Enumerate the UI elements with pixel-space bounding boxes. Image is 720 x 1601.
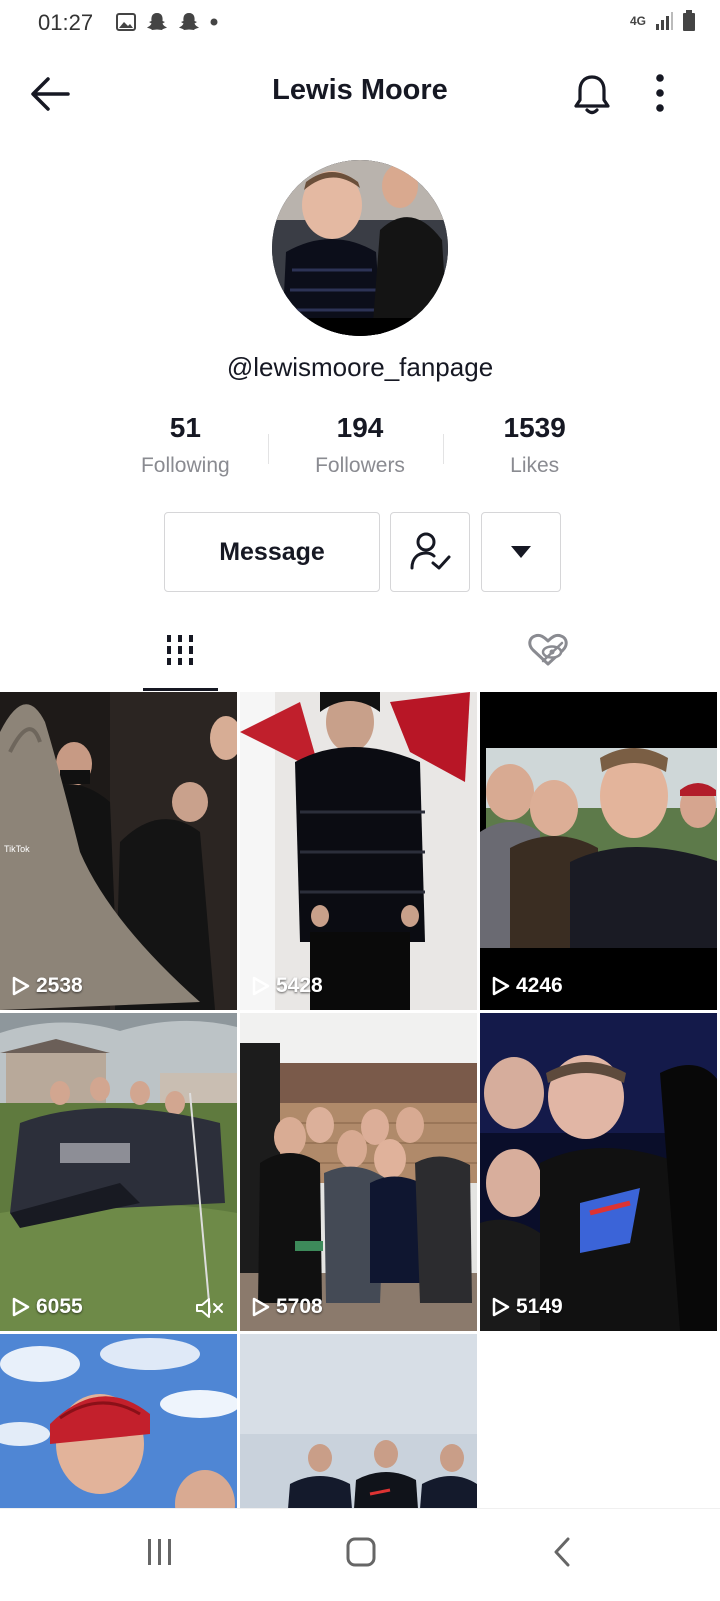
video-thumbnail[interactable]: TikTok 2538 <box>0 692 237 1010</box>
hidden-heart-icon <box>528 633 568 666</box>
play-icon <box>492 1297 510 1317</box>
play-icon <box>12 976 30 996</box>
home-icon[interactable] <box>346 1537 376 1567</box>
video-thumbnail-image <box>0 1334 237 1508</box>
status-time: 01:27 <box>38 10 94 35</box>
avatar[interactable] <box>272 160 448 336</box>
following-status-button[interactable] <box>390 512 470 592</box>
video-thumbnail-image <box>480 1013 717 1331</box>
stat-likes-label: Likes <box>510 454 560 477</box>
profile-stats: 51 Following 194 Followers 1539 Likes <box>98 412 622 492</box>
stat-followers-label: Followers <box>315 454 405 477</box>
muted-icon <box>196 1298 223 1318</box>
view-count: 5708 <box>252 1295 323 1319</box>
stat-following[interactable]: 51 Following <box>98 412 273 492</box>
video-thumbnail-image <box>0 1013 237 1331</box>
view-count: 5428 <box>252 974 323 998</box>
video-thumbnail[interactable]: 5428 <box>240 692 477 1010</box>
play-icon <box>252 1297 270 1317</box>
video-thumbnail[interactable]: 5149 <box>480 1013 717 1331</box>
profile-header: Lewis Moore <box>0 56 720 128</box>
system-navigation-bar <box>0 1508 720 1601</box>
system-back-icon[interactable] <box>552 1537 572 1567</box>
stat-followers-value: 194 <box>336 412 384 443</box>
dot-icon <box>210 18 218 26</box>
stat-divider <box>443 434 444 464</box>
notification-icons <box>116 12 218 32</box>
page-title: Lewis Moore <box>272 74 448 106</box>
stat-likes[interactable]: 1539 Likes <box>447 412 622 492</box>
video-thumbnail[interactable] <box>0 1334 237 1508</box>
signal-icon <box>656 12 673 30</box>
stat-divider <box>268 434 269 464</box>
tab-videos[interactable] <box>140 608 220 692</box>
video-thumbnail-image <box>240 1334 477 1508</box>
view-count-text: 5149 <box>516 1295 563 1318</box>
more-options-icon[interactable] <box>650 72 670 116</box>
gallery-icon <box>116 13 136 31</box>
system-icons: 4G <box>630 10 696 32</box>
message-button[interactable]: Message <box>164 512 380 592</box>
battery-icon <box>683 10 695 31</box>
view-count: 5149 <box>492 1295 563 1319</box>
snapchat-icon <box>147 13 167 30</box>
bell-icon[interactable] <box>572 72 612 116</box>
suggested-accounts-button[interactable] <box>481 512 561 592</box>
profile-handle: @lewismoore_fanpage <box>226 352 494 382</box>
video-thumbnail-image <box>480 692 717 1010</box>
video-thumbnail-image <box>240 692 477 1010</box>
view-count: 2538 <box>12 974 83 998</box>
view-count-text: 5708 <box>276 1295 323 1318</box>
user-check-icon <box>410 532 451 570</box>
profile-tabs <box>0 608 720 692</box>
recent-apps-icon[interactable] <box>146 1537 174 1567</box>
tab-liked-videos[interactable] <box>518 608 578 692</box>
video-thumbnail[interactable]: 6055 <box>0 1013 237 1331</box>
video-thumbnail[interactable] <box>240 1334 477 1508</box>
view-count-text: 5428 <box>276 974 323 997</box>
view-count-text: 4246 <box>516 974 563 997</box>
stat-followers[interactable]: 194 Followers <box>273 412 448 492</box>
play-icon <box>12 1297 30 1317</box>
stat-following-label: Following <box>140 454 230 477</box>
caret-down-icon <box>511 546 531 558</box>
stat-following-value: 51 <box>169 412 201 443</box>
video-thumbnail-image <box>240 1013 477 1331</box>
view-count: 4246 <box>492 974 563 998</box>
avatar-image <box>272 160 448 336</box>
grid-icon <box>167 635 193 665</box>
video-grid: TikTok 2538 5428 4246 6055 5708 5149 <box>0 692 720 1508</box>
network-type: 4G <box>629 14 646 28</box>
view-count: 6055 <box>12 1295 83 1319</box>
stat-likes-value: 1539 <box>503 412 566 443</box>
play-icon <box>492 976 510 996</box>
view-count-text: 2538 <box>36 974 83 997</box>
play-icon <box>252 976 270 996</box>
snapchat-icon-2 <box>179 13 199 30</box>
video-thumbnail-image: TikTok <box>0 692 237 1010</box>
video-thumbnail[interactable]: 4246 <box>480 692 717 1010</box>
video-thumbnail[interactable]: 5708 <box>240 1013 477 1331</box>
status-bar: 01:27 4G <box>0 0 720 48</box>
view-count-text: 6055 <box>36 1295 83 1318</box>
svg-text:TikTok: TikTok <box>4 844 30 854</box>
active-tab-indicator <box>143 688 218 691</box>
